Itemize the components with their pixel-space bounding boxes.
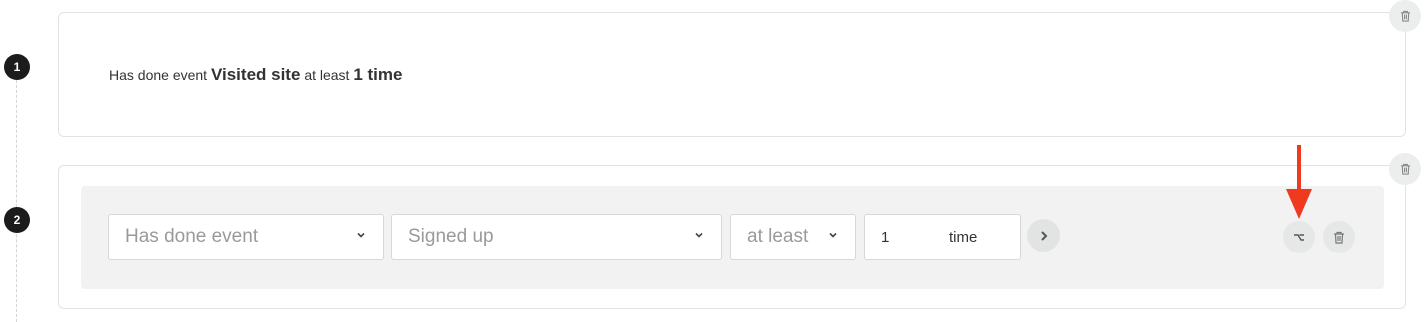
step-number-badge: 1 xyxy=(4,54,30,80)
summary-event: Visited site xyxy=(210,65,301,84)
condition-type-select[interactable]: Has done event xyxy=(108,214,384,260)
step-number-badge: 2 xyxy=(4,207,30,233)
trash-icon xyxy=(1400,163,1410,175)
operator-select[interactable]: at least xyxy=(730,214,856,260)
chevron-right-icon xyxy=(1040,230,1047,241)
chevron-down-icon xyxy=(829,232,837,238)
count-unit: time xyxy=(949,229,978,246)
branch-icon xyxy=(1294,234,1304,241)
event-select[interactable]: Signed up xyxy=(391,214,722,260)
operator-value: at least xyxy=(747,226,809,247)
count-input[interactable]: 1 time xyxy=(864,214,1021,260)
step-summary: Has done event Visited site at least 1 t… xyxy=(109,65,402,85)
step-connector-line xyxy=(16,80,17,322)
next-button[interactable] xyxy=(1027,219,1060,252)
chevron-down-icon xyxy=(357,232,365,238)
trash-icon xyxy=(1334,231,1344,244)
step-card-2: Has done event Signed up at least 1 time xyxy=(58,165,1406,309)
condition-type-value: Has done event xyxy=(125,226,259,247)
trash-icon xyxy=(1400,10,1410,22)
event-value: Signed up xyxy=(408,226,494,247)
chevron-down-icon xyxy=(695,232,703,238)
summary-operator: at least xyxy=(304,67,350,83)
delete-step-button[interactable] xyxy=(1389,0,1421,32)
condition-editor: Has done event Signed up at least 1 time xyxy=(81,186,1384,289)
delete-step-button[interactable] xyxy=(1389,153,1421,185)
count-value: 1 xyxy=(881,229,890,246)
summary-prefix: Has done event xyxy=(109,67,208,83)
branch-button[interactable] xyxy=(1283,221,1315,253)
delete-condition-button[interactable] xyxy=(1323,221,1355,253)
step-card-1[interactable]: Has done event Visited site at least 1 t… xyxy=(58,12,1406,137)
red-arrow xyxy=(1286,145,1312,219)
summary-count: 1 time xyxy=(353,65,403,84)
